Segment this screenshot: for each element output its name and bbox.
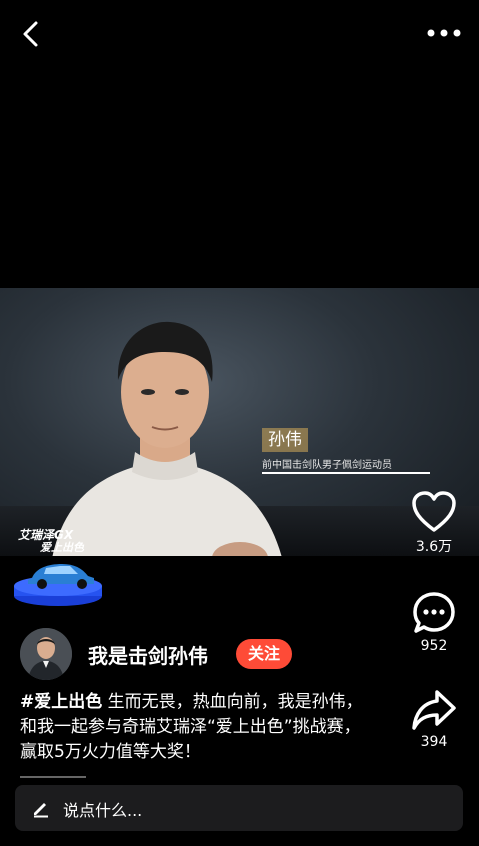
more-button[interactable] xyxy=(425,22,465,44)
share-count: 394 xyxy=(420,734,448,750)
comment-input-bar[interactable]: 说点什么... xyxy=(15,785,463,831)
like-button[interactable]: 3.6万 xyxy=(389,490,479,556)
hashtag-link[interactable]: #爱上出色 xyxy=(20,692,102,712)
follow-button[interactable]: 关注 xyxy=(236,639,293,669)
comment-icon xyxy=(413,592,455,633)
more-icon xyxy=(427,29,461,37)
brand-line1: 艾瑞泽GX xyxy=(18,528,74,542)
car-promo-badge[interactable] xyxy=(12,552,104,608)
heart-icon xyxy=(412,491,456,532)
comment-button[interactable]: 952 xyxy=(389,590,479,654)
back-button[interactable] xyxy=(18,20,46,48)
author-row: 我是击剑孙伟 关注 xyxy=(20,628,340,682)
share-icon xyxy=(412,690,456,730)
person-title: 前中国击剑队男子佩剑运动员 xyxy=(262,460,392,471)
name-plate: 孙伟 前中国击剑队男子佩剑运动员 xyxy=(262,428,432,476)
back-arrow-icon xyxy=(23,21,38,47)
top-bar xyxy=(0,0,479,70)
brand-logo: 艾瑞泽GX 爱上出色 xyxy=(18,529,98,553)
athlete-image xyxy=(52,321,282,556)
like-count: 3.6万 xyxy=(415,539,453,555)
name-underline xyxy=(262,472,430,474)
avatar-image xyxy=(20,628,72,680)
share-button[interactable]: 394 xyxy=(389,688,479,750)
username[interactable]: 我是击剑孙伟 xyxy=(88,640,208,669)
caption-divider xyxy=(20,776,86,778)
comment-placeholder: 说点什么... xyxy=(63,801,143,820)
video-caption: #爱上出色 生而无畏，热血向前，我是孙伟，和我一起参与奇瑞艾瑞泽“爱上出色”挑战… xyxy=(20,690,374,765)
comment-count: 952 xyxy=(420,638,448,654)
pen-icon xyxy=(34,803,48,818)
person-name: 孙伟 xyxy=(262,428,308,452)
avatar[interactable] xyxy=(20,628,72,680)
